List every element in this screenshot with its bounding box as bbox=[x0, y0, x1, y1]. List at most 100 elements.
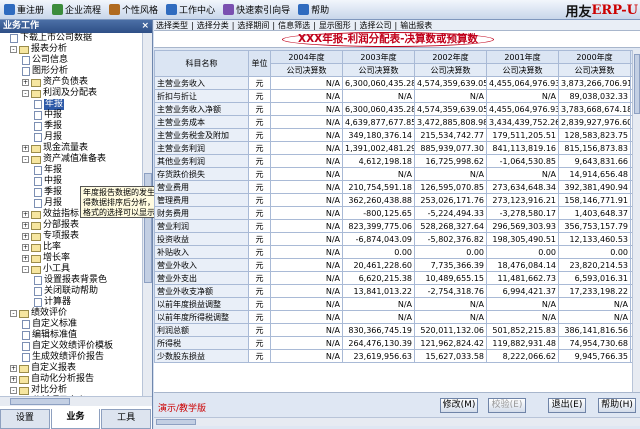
table-row[interactable]: 投资收益元 N/A -6,874,043.09 -5,802,376.82 198,30… bbox=[154, 232, 632, 246]
table-row[interactable]: 其他业务利润元 N/A 4,612,198.18 16,725,998.62 -1,06… bbox=[154, 154, 632, 168]
menu-item[interactable]: 选择类型 bbox=[156, 20, 188, 31]
table-cell[interactable]: N/A bbox=[270, 323, 343, 337]
table-cell[interactable]: N/A bbox=[414, 297, 487, 311]
expand-icon[interactable]: + bbox=[22, 233, 29, 240]
table-cell[interactable]: 264,476,130.39 bbox=[342, 336, 415, 350]
tab-0[interactable]: 设置 bbox=[0, 409, 50, 429]
tree-item[interactable]: 年报 bbox=[34, 99, 65, 110]
table-cell[interactable]: 273,123,916.21 bbox=[486, 193, 559, 207]
table-cell[interactable]: 74,954,730.68 bbox=[558, 336, 631, 350]
table-cell[interactable]: 15,627,033.58 bbox=[414, 349, 487, 363]
table-cell[interactable]: 520,011,132.06 bbox=[414, 323, 487, 337]
tab-2[interactable]: 工具 bbox=[101, 409, 152, 429]
table-cell[interactable]: N/A bbox=[270, 271, 343, 285]
tree-item[interactable]: + 比率 bbox=[22, 242, 61, 253]
table-cell[interactable]: N/A bbox=[270, 193, 343, 207]
table-row[interactable]: 营业外收入元 N/A 20,461,228.60 7,735,366.39 18,476… bbox=[154, 258, 632, 272]
table-cell[interactable]: 386,141,816.56 bbox=[558, 323, 631, 337]
table-cell[interactable]: 6,593,016.31 bbox=[558, 271, 631, 285]
tree-item[interactable]: - 绩效评价 bbox=[10, 308, 67, 319]
table-cell[interactable]: 16,725,998.62 bbox=[414, 154, 487, 168]
tree-item[interactable]: - 小工具 bbox=[22, 264, 70, 275]
tree-item[interactable]: 中报 bbox=[34, 110, 62, 121]
table-row[interactable]: 折扣与折让元N/AN/AN/AN/A89,038,032.3330, bbox=[154, 89, 632, 103]
table-cell[interactable]: N/A bbox=[270, 76, 343, 90]
table-cell[interactable]: 3,783,668,674.18 bbox=[558, 102, 631, 116]
close-panel-icon[interactable]: × bbox=[141, 20, 149, 33]
scroll-thumb[interactable] bbox=[634, 54, 640, 114]
table-cell[interactable]: 823,399,775.06 bbox=[342, 219, 415, 233]
menu-item[interactable]: 选择公司 bbox=[360, 20, 392, 31]
table-cell[interactable]: 815,156,873.83 bbox=[558, 141, 631, 155]
expand-icon[interactable]: + bbox=[22, 222, 29, 229]
footer-button-2[interactable]: 退出(E) bbox=[548, 398, 586, 413]
table-cell[interactable]: 6,994,421.37 bbox=[486, 284, 559, 298]
table-cell[interactable]: 20,461,228.60 bbox=[342, 258, 415, 272]
table-cell[interactable]: N/A bbox=[270, 89, 343, 103]
tree-item[interactable]: 下载上市公司数据 bbox=[10, 33, 92, 44]
collapse-icon[interactable]: - bbox=[22, 90, 29, 97]
table-cell[interactable]: 17,233,198.22 bbox=[558, 284, 631, 298]
table-row[interactable]: 营业利润元 N/A 823,399,775.06 528,268,327.64 296,… bbox=[154, 219, 632, 233]
table-cell[interactable]: 3,472,885,808.98 bbox=[414, 115, 487, 129]
table-cell[interactable]: 8,222,066.62 bbox=[486, 349, 559, 363]
table-cell[interactable]: N/A bbox=[558, 297, 631, 311]
table-cell[interactable]: 349,180,376.14 bbox=[342, 128, 415, 142]
table-cell[interactable]: -2,754,318.76 bbox=[414, 284, 487, 298]
table-cell[interactable]: 18,476,084.14 bbox=[486, 258, 559, 272]
collapse-icon[interactable]: - bbox=[10, 387, 17, 394]
table-cell[interactable]: 11,481,662.73 bbox=[486, 271, 559, 285]
expand-icon[interactable]: + bbox=[22, 211, 29, 218]
toolbar-button-4[interactable]: 快速索引向导 bbox=[219, 2, 294, 18]
table-cell[interactable]: N/A bbox=[558, 310, 631, 324]
table-cell[interactable]: N/A bbox=[486, 89, 559, 103]
table-cell[interactable]: N/A bbox=[486, 310, 559, 324]
table-cell[interactable]: 253,026,171.76 bbox=[414, 193, 487, 207]
table-cell[interactable]: 501,852,215.83 bbox=[486, 323, 559, 337]
table-cell[interactable]: N/A bbox=[270, 336, 343, 350]
tree-item[interactable]: 设置报表背景色 bbox=[34, 275, 107, 286]
table-cell[interactable]: N/A bbox=[270, 115, 343, 129]
tree-item[interactable]: + 分部报表 bbox=[22, 220, 79, 231]
expand-icon[interactable]: + bbox=[10, 365, 17, 372]
table-cell[interactable]: N/A bbox=[270, 284, 343, 298]
table-cell[interactable]: -1,064,530.85 bbox=[486, 154, 559, 168]
table-cell[interactable]: 13,841,013.22 bbox=[342, 284, 415, 298]
table-cell[interactable]: N/A bbox=[414, 89, 487, 103]
table-cell[interactable]: -3,278,580.17 bbox=[486, 206, 559, 220]
table-cell[interactable]: N/A bbox=[270, 310, 343, 324]
table-row[interactable]: 以前年度所得税调整元N/AN/AN/AN/AN/AN/ bbox=[154, 310, 632, 324]
table-cell[interactable]: 0.00 bbox=[414, 245, 487, 259]
expand-icon[interactable]: + bbox=[22, 255, 29, 262]
tree-item[interactable]: 月报 bbox=[34, 132, 62, 143]
table-row[interactable]: 主营业务收入净额元 N/A 6,300,060,435.28 4,574,359,63… bbox=[154, 102, 632, 116]
tree-item[interactable]: 自定义效绩评价模板 bbox=[22, 341, 113, 352]
table-cell[interactable]: 6,620,215.38 bbox=[342, 271, 415, 285]
table-cell[interactable]: 9,945,766.35 bbox=[558, 349, 631, 363]
table-cell[interactable]: 198,305,490.51 bbox=[486, 232, 559, 246]
table-row[interactable]: 补贴收入元N/A0.000.000.000.000. bbox=[154, 245, 632, 259]
toolbar-button-1[interactable]: 企业流程 bbox=[48, 2, 105, 18]
tree-item[interactable]: 关闭联动帮助 bbox=[34, 286, 98, 297]
table-cell[interactable]: N/A bbox=[270, 258, 343, 272]
collapse-icon[interactable]: - bbox=[22, 266, 29, 273]
table-row[interactable]: 营业费用元 N/A 210,754,591.18 126,595,070.85 273,… bbox=[154, 180, 632, 194]
footer-button-0[interactable]: 修改(M) bbox=[440, 398, 478, 413]
table-cell[interactable]: 14,914,656.48 bbox=[558, 167, 631, 181]
table-cell[interactable]: 12,133,460.53 bbox=[558, 232, 631, 246]
tree-item[interactable]: 自定义标准 bbox=[22, 319, 77, 330]
table-cell[interactable]: N/A bbox=[414, 310, 487, 324]
footer-button-1[interactable]: 校验(E) bbox=[488, 398, 526, 413]
tree-item[interactable]: - 利润及分配表 bbox=[22, 88, 97, 99]
tree-item[interactable]: + 现金流量表 bbox=[22, 143, 88, 154]
tree-horizontal-scrollbar[interactable] bbox=[0, 396, 152, 406]
tree-item[interactable]: - 报表分析 bbox=[10, 44, 67, 55]
tree-item[interactable]: + 效益指标 bbox=[22, 209, 79, 220]
collapse-icon[interactable]: - bbox=[10, 46, 17, 53]
scroll-thumb[interactable] bbox=[10, 398, 70, 405]
table-row[interactable]: 营业外支出元 N/A 6,620,215.38 10,489,655.15 11,481… bbox=[154, 271, 632, 285]
table-cell[interactable]: 9,643,831.66 bbox=[558, 154, 631, 168]
table-cell[interactable]: 885,939,077.30 bbox=[414, 141, 487, 155]
table-cell[interactable]: N/A bbox=[486, 167, 559, 181]
tree-item[interactable]: 生成效绩评价报告 bbox=[22, 352, 104, 363]
